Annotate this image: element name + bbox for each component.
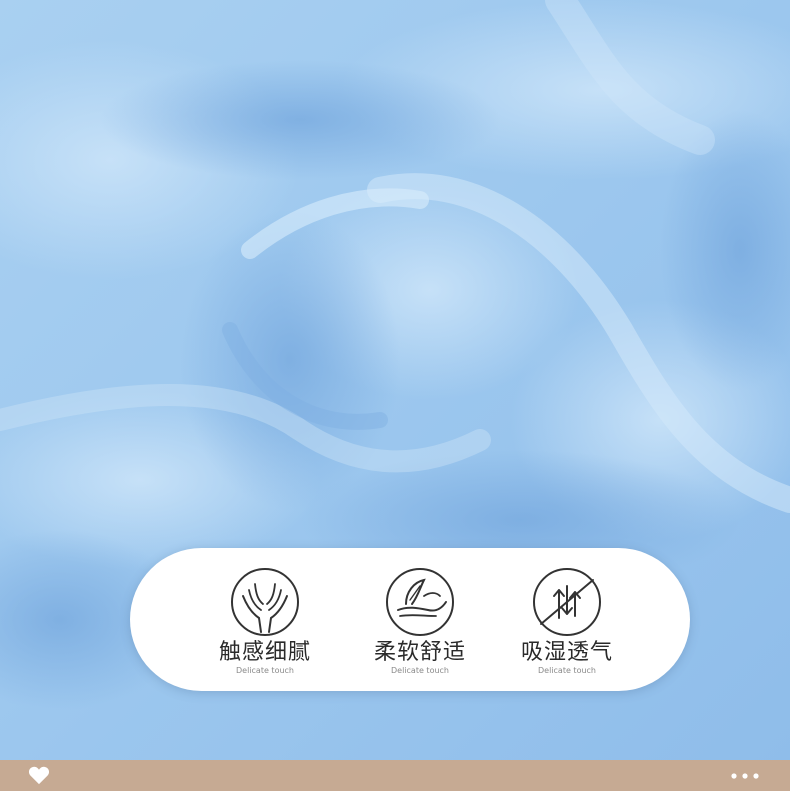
breathable-arrows-icon xyxy=(533,568,601,636)
hands-icon xyxy=(231,568,299,636)
feather-hand-icon xyxy=(386,568,454,636)
feature-item: 柔软舒适 Delicate touch xyxy=(345,566,495,676)
feature-item: 触感细腻 Delicate touch xyxy=(190,566,340,676)
product-image: 触感细腻 Delicate touch 柔软舒适 Delicate touch xyxy=(0,0,790,791)
heart-icon[interactable] xyxy=(28,765,50,785)
feature-item: 吸湿透气 Delicate touch xyxy=(492,566,642,676)
features-panel: 触感细腻 Delicate touch 柔软舒适 Delicate touch xyxy=(130,548,690,691)
bottom-action-bar xyxy=(0,760,790,791)
more-dots-icon[interactable] xyxy=(730,766,760,786)
feature-title: 吸湿透气 xyxy=(520,640,613,665)
feature-subtitle: Delicate touch xyxy=(391,666,449,675)
feature-title: 触感细腻 xyxy=(218,640,311,665)
feature-title: 柔软舒适 xyxy=(373,640,466,665)
feature-subtitle: Delicate touch xyxy=(236,666,294,675)
feature-subtitle: Delicate touch xyxy=(538,666,596,675)
